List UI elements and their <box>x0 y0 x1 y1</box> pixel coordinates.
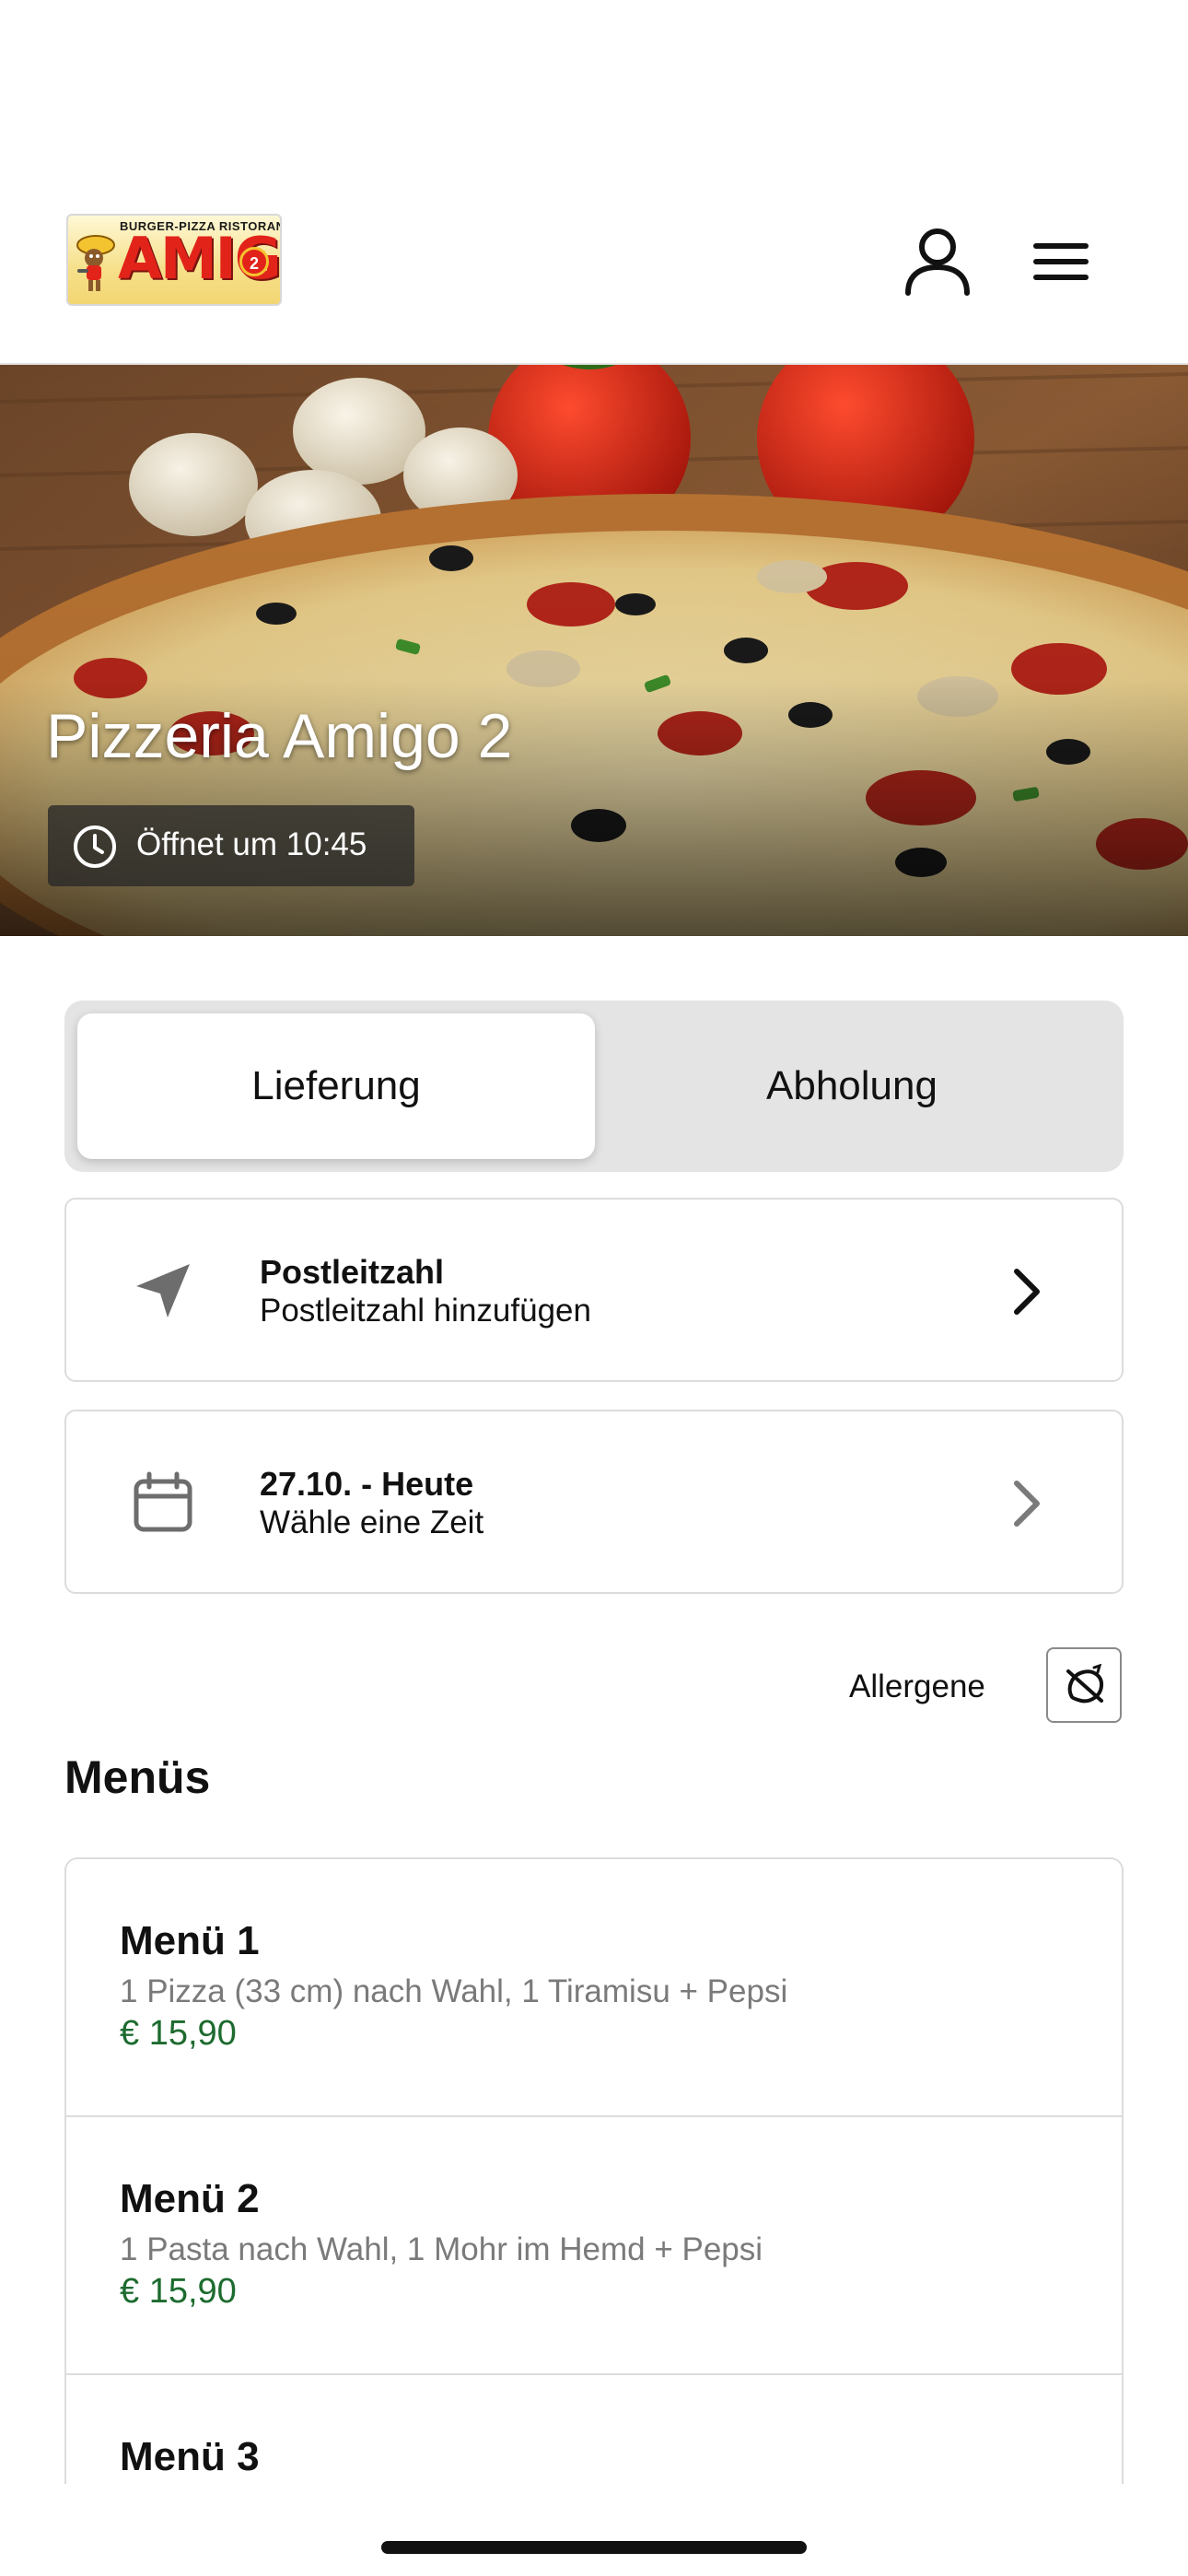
postcode-card[interactable]: Postleitzahl Postleitzahl hinzufügen <box>64 1198 1124 1382</box>
menu-item-price: € 15,90 <box>120 2014 237 2053</box>
restaurant-logo[interactable]: BURGER-PIZZA RISTORANTE AMIGO 2 <box>66 214 282 306</box>
date-title: 27.10. - Heute <box>260 1465 474 1503</box>
menu-item-description: 1 Pizza (33 cm) nach Wahl, 1 Tiramisu + … <box>120 1973 788 2009</box>
app-header: BURGER-PIZZA RISTORANTE AMIGO 2 <box>0 184 1188 365</box>
menu-item[interactable]: Menü 2 1 Pasta nach Wahl, 1 Mohr im Hemd… <box>66 2117 1122 2375</box>
delivery-time-card[interactable]: 27.10. - Heute Wähle eine Zeit <box>64 1410 1124 1594</box>
menu-item[interactable]: Menü 3 <box>66 2375 1122 2484</box>
allergens-filter-button[interactable] <box>1046 1647 1122 1723</box>
chevron-right-icon <box>1014 1269 1040 1315</box>
tab-delivery[interactable]: Lieferung <box>77 1013 595 1159</box>
tab-pickup[interactable]: Abholung <box>593 1013 1111 1159</box>
order-mode-switch: Lieferung Abholung <box>64 1001 1124 1172</box>
menu-item[interactable]: Menü 1 1 Pizza (33 cm) nach Wahl, 1 Tira… <box>66 1859 1122 2117</box>
menu-item-description: 1 Pasta nach Wahl, 1 Mohr im Hemd + Peps… <box>120 2231 763 2267</box>
restaurant-name: Pizzeria Amigo 2 <box>46 701 513 771</box>
location-arrow-icon <box>136 1264 190 1317</box>
menus-heading: Menüs <box>64 1751 211 1803</box>
home-indicator <box>381 2541 807 2554</box>
mascot-logo-icon <box>76 235 115 291</box>
opening-hours-chip: Öffnet um 10:45 <box>48 805 414 886</box>
allergen-filter-icon <box>1066 1664 1104 1704</box>
status-bar-area <box>0 0 1188 184</box>
hero-banner: Pizzeria Amigo 2 Öffnet um 10:45 <box>0 365 1188 936</box>
time-subtitle: Wähle eine Zeit <box>260 1505 484 1540</box>
logo-badge: 2 <box>239 247 269 276</box>
clock-icon <box>74 825 116 868</box>
hamburger-menu-icon[interactable] <box>1030 240 1092 284</box>
menu-item-name: Menü 1 <box>120 1918 260 1963</box>
chevron-right-icon <box>1014 1481 1040 1527</box>
allergens-label: Allergene <box>849 1669 985 1704</box>
user-icon[interactable] <box>904 227 971 297</box>
postcode-title: Postleitzahl <box>260 1253 445 1291</box>
calendar-icon <box>134 1471 192 1532</box>
menu-item-name: Menü 3 <box>120 2434 260 2479</box>
postcode-subtitle: Postleitzahl hinzufügen <box>260 1293 591 1329</box>
menu-item-name: Menü 2 <box>120 2176 260 2221</box>
opening-hours-text: Öffnet um 10:45 <box>136 826 367 862</box>
menu-list: Menü 1 1 Pizza (33 cm) nach Wahl, 1 Tira… <box>64 1857 1124 2484</box>
menu-item-price: € 15,90 <box>120 2272 237 2311</box>
